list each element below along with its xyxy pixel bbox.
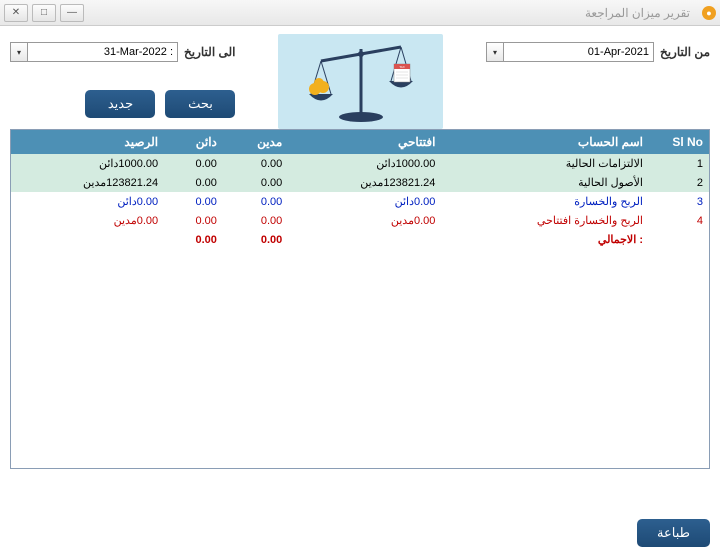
total-cell bbox=[288, 230, 441, 249]
cell-credit: 0.00 bbox=[164, 173, 223, 192]
app-icon: ● bbox=[702, 6, 716, 20]
total-cell: 0.00 bbox=[164, 230, 223, 249]
total-cell bbox=[649, 230, 709, 249]
cell-account: الالتزامات الحالية bbox=[441, 154, 649, 173]
cell-debit: 0.00 bbox=[223, 192, 288, 211]
total-cell bbox=[11, 230, 164, 249]
cell-account: الربح والخسارة افتتاحي bbox=[441, 211, 649, 230]
chevron-down-icon[interactable]: ▾ bbox=[10, 42, 28, 62]
cell-debit: 0.00 bbox=[223, 211, 288, 230]
cell-debit: 0.00 bbox=[223, 173, 288, 192]
cell-credit: 0.00 bbox=[164, 192, 223, 211]
cell-sl: 2 bbox=[649, 173, 709, 192]
cell-opening: 0.00دائن bbox=[288, 192, 441, 211]
cell-opening: 0.00مدين bbox=[288, 211, 441, 230]
table-row[interactable]: 1الالتزامات الحالية1000.00دائن0.000.0010… bbox=[11, 154, 709, 173]
total-cell: : الاجمالي bbox=[441, 230, 649, 249]
cell-balance: 1000.00دائن bbox=[11, 154, 164, 173]
col-debit: مدين bbox=[223, 130, 288, 154]
total-cell: 0.00 bbox=[223, 230, 288, 249]
cell-opening: 1000.00دائن bbox=[288, 154, 441, 173]
table-row[interactable]: 4الربح والخسارة افتتاحي0.00مدين0.000.000… bbox=[11, 211, 709, 230]
new-button[interactable]: جديد bbox=[85, 90, 155, 118]
close-icon[interactable]: ✕ bbox=[4, 4, 28, 22]
cell-opening: 123821.24مدين bbox=[288, 173, 441, 192]
col-balance: الرصيد bbox=[11, 130, 164, 154]
col-account: اسم الحساب bbox=[441, 130, 649, 154]
col-sl: Sl No bbox=[649, 130, 709, 154]
search-button[interactable]: بحث bbox=[165, 90, 235, 118]
report-table: Sl No اسم الحساب افتتاحي مدين دائن الرصي… bbox=[10, 129, 710, 469]
cell-credit: 0.00 bbox=[164, 154, 223, 173]
cell-debit: 0.00 bbox=[223, 154, 288, 173]
from-date-input[interactable] bbox=[504, 42, 654, 62]
col-opening: افتتاحي bbox=[288, 130, 441, 154]
table-row[interactable]: 2الأصول الحالية123821.24مدين0.000.001238… bbox=[11, 173, 709, 192]
minimize-icon[interactable]: — bbox=[60, 4, 84, 22]
window-title: تقرير ميزان المراجعة bbox=[84, 6, 696, 20]
print-button[interactable]: طباعة bbox=[637, 519, 710, 547]
to-date-input[interactable] bbox=[28, 42, 178, 62]
cell-balance: 0.00مدين bbox=[11, 211, 164, 230]
cell-account: الأصول الحالية bbox=[441, 173, 649, 192]
cell-sl: 4 bbox=[649, 211, 709, 230]
cell-sl: 1 bbox=[649, 154, 709, 173]
from-date-label: من التاريخ bbox=[660, 45, 710, 59]
col-credit: دائن bbox=[164, 130, 223, 154]
cell-credit: 0.00 bbox=[164, 211, 223, 230]
table-row[interactable]: 3الربح والخسارة0.00دائن0.000.000.00دائن bbox=[11, 192, 709, 211]
chevron-down-icon[interactable]: ▾ bbox=[486, 42, 504, 62]
balance-scale-illustration: TAX bbox=[278, 34, 443, 129]
cell-account: الربح والخسارة bbox=[441, 192, 649, 211]
table-total-row: : الاجمالي 0.000.00 bbox=[11, 230, 709, 249]
cell-balance: 123821.24مدين bbox=[11, 173, 164, 192]
maximize-icon[interactable]: □ bbox=[32, 4, 56, 22]
cell-sl: 3 bbox=[649, 192, 709, 211]
to-date-group: الى التاريخ ▾ bbox=[10, 42, 235, 62]
from-date-group: من التاريخ ▾ bbox=[486, 42, 710, 62]
to-date-label: الى التاريخ bbox=[184, 45, 235, 59]
svg-text:TAX: TAX bbox=[399, 65, 405, 69]
cell-balance: 0.00دائن bbox=[11, 192, 164, 211]
